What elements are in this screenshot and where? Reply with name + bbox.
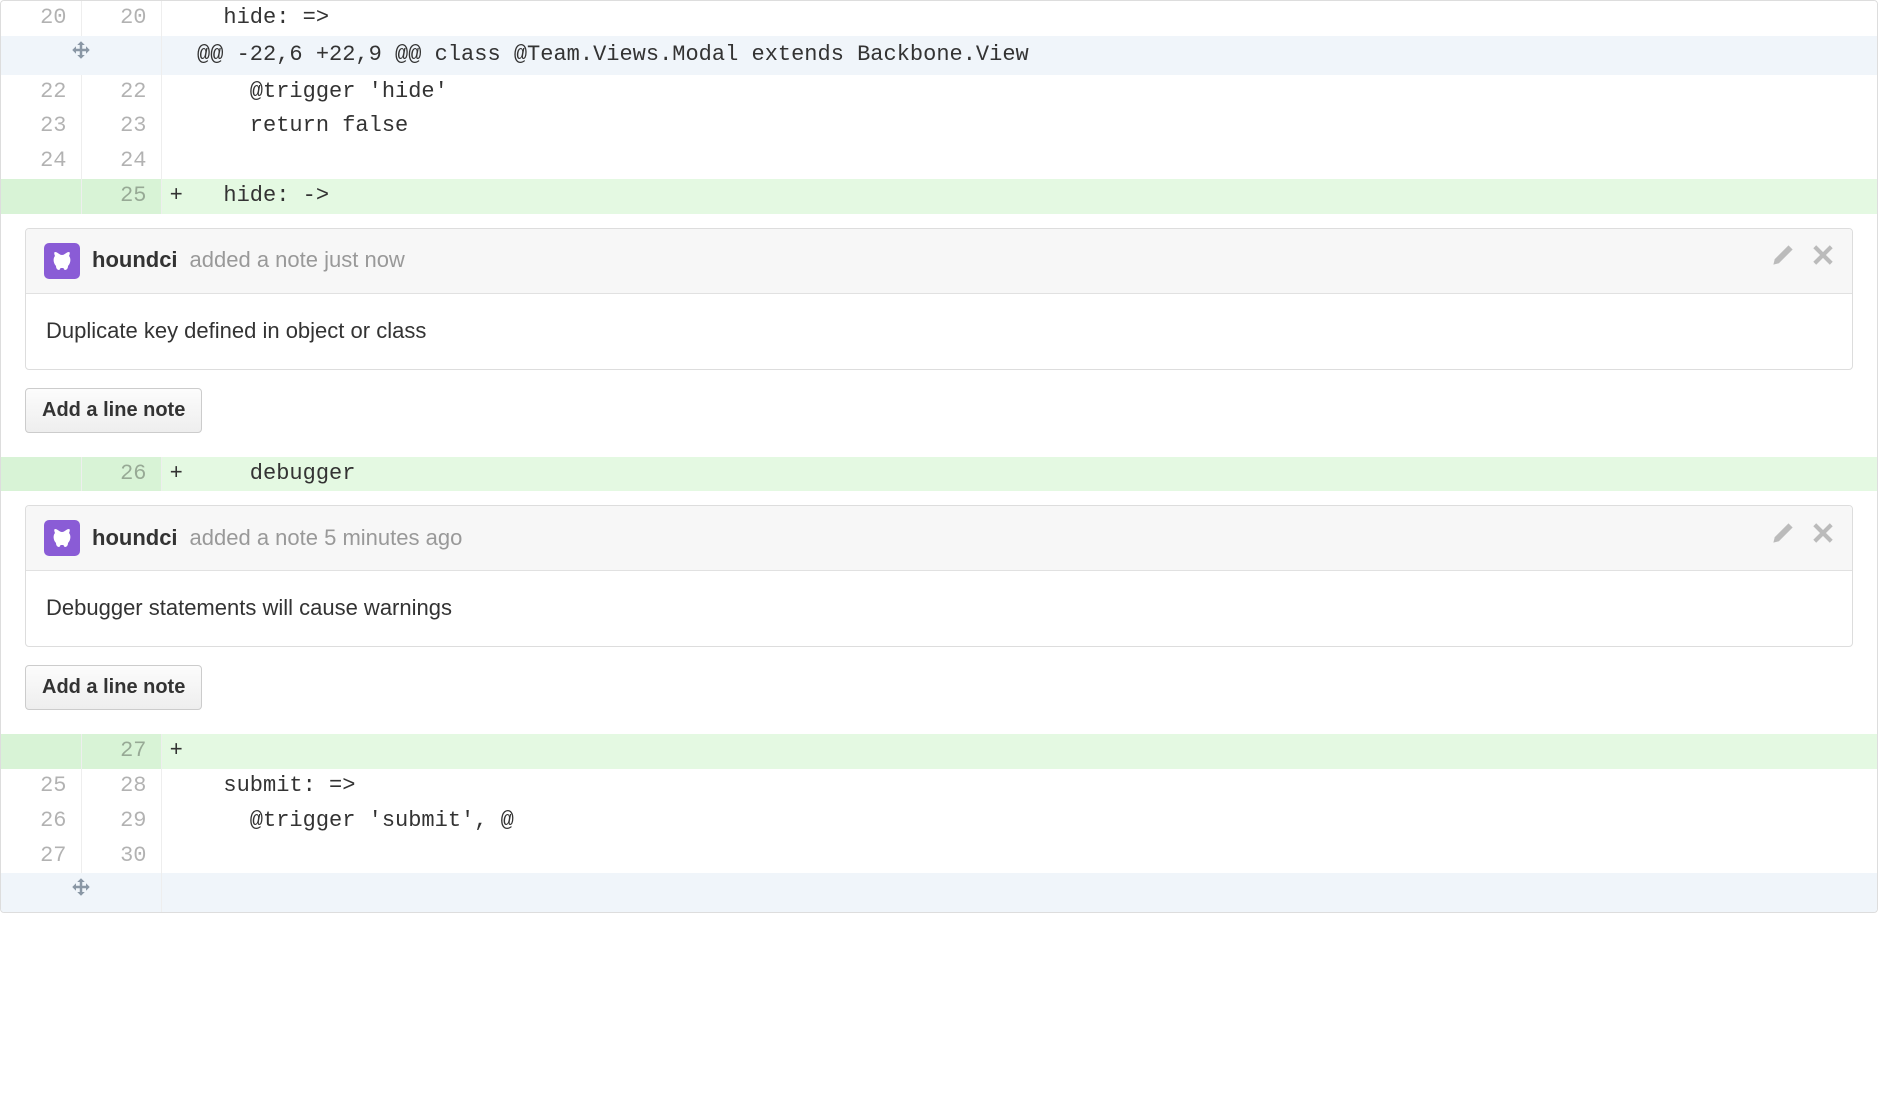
- diff-line: 27 30: [1, 839, 1877, 874]
- comment-block: houndci added a note just now Duplicate …: [1, 214, 1877, 457]
- line-code: submit: =>: [191, 769, 1877, 804]
- expand-row[interactable]: [1, 873, 1877, 912]
- comment-box: houndci added a note 5 minutes ago Debug…: [25, 505, 1853, 647]
- line-sign: +: [161, 179, 191, 214]
- line-sign: +: [161, 457, 191, 492]
- comment-meta: added a note 5 minutes ago: [190, 523, 463, 554]
- line-code: [191, 734, 1877, 769]
- line-number-old[interactable]: 24: [1, 144, 81, 179]
- line-code: hide: =>: [191, 1, 1877, 36]
- unfold-icon: [71, 42, 91, 67]
- diff-line-addition: 25 + hide: ->: [1, 179, 1877, 214]
- line-number-new[interactable]: 29: [81, 804, 161, 839]
- line-sign: [161, 804, 191, 839]
- diff-line: 26 29 @trigger 'submit', @: [1, 804, 1877, 839]
- expand-row[interactable]: @@ -22,6 +22,9 @@ class @Team.Views.Moda…: [1, 36, 1877, 75]
- line-code: return false: [191, 109, 1877, 144]
- comment-author[interactable]: houndci: [92, 523, 178, 554]
- line-code: @trigger 'hide': [191, 75, 1877, 110]
- edit-icon[interactable]: [1772, 244, 1794, 277]
- diff-line: 24 24: [1, 144, 1877, 179]
- line-number-old[interactable]: 23: [1, 109, 81, 144]
- comment-block: houndci added a note 5 minutes ago Debug…: [1, 491, 1877, 734]
- diff-line: 23 23 return false: [1, 109, 1877, 144]
- line-number-new[interactable]: 26: [81, 457, 161, 492]
- close-icon[interactable]: [1812, 244, 1834, 277]
- line-sign: [161, 36, 191, 75]
- line-sign: [161, 769, 191, 804]
- comment-header: houndci added a note 5 minutes ago: [26, 506, 1852, 571]
- line-number-old[interactable]: 25: [1, 769, 81, 804]
- comment-author[interactable]: houndci: [92, 245, 178, 276]
- line-code: @trigger 'submit', @: [191, 804, 1877, 839]
- line-code: [191, 144, 1877, 179]
- hunk-header: @@ -22,6 +22,9 @@ class @Team.Views.Moda…: [191, 36, 1877, 75]
- line-code: [191, 839, 1877, 874]
- diff-line: 22 22 @trigger 'hide': [1, 75, 1877, 110]
- hound-icon: [50, 526, 74, 550]
- line-sign: [161, 109, 191, 144]
- line-number-new[interactable]: 24: [81, 144, 161, 179]
- line-number-old[interactable]: 20: [1, 1, 81, 36]
- close-icon[interactable]: [1812, 522, 1834, 555]
- line-number-old[interactable]: [1, 457, 81, 492]
- line-sign: [161, 839, 191, 874]
- line-number-old[interactable]: 26: [1, 804, 81, 839]
- expand-cell[interactable]: [1, 36, 161, 75]
- expand-cell[interactable]: [1, 873, 161, 912]
- add-line-note-button[interactable]: Add a line note: [25, 665, 202, 710]
- comment-body: Duplicate key defined in object or class: [26, 294, 1852, 369]
- diff-line: 20 20 hide: =>: [1, 1, 1877, 36]
- line-number-old[interactable]: 22: [1, 75, 81, 110]
- line-number-old[interactable]: [1, 179, 81, 214]
- comment-actions: [1772, 522, 1834, 555]
- line-number-new[interactable]: 28: [81, 769, 161, 804]
- line-number-new[interactable]: 20: [81, 1, 161, 36]
- diff-line-addition: 27 +: [1, 734, 1877, 769]
- line-sign: [161, 1, 191, 36]
- line-number-new[interactable]: 30: [81, 839, 161, 874]
- line-number-new[interactable]: 25: [81, 179, 161, 214]
- line-code: hide: ->: [191, 179, 1877, 214]
- comment-body: Debugger statements will cause warnings: [26, 571, 1852, 646]
- comment-box: houndci added a note just now Duplicate …: [25, 228, 1853, 370]
- add-line-note-button[interactable]: Add a line note: [25, 388, 202, 433]
- edit-icon[interactable]: [1772, 522, 1794, 555]
- line-number-new[interactable]: 23: [81, 109, 161, 144]
- avatar[interactable]: [44, 520, 80, 556]
- line-sign: [161, 75, 191, 110]
- line-sign: [161, 144, 191, 179]
- line-sign: [161, 873, 191, 912]
- line-number-old[interactable]: 27: [1, 839, 81, 874]
- comment-row: houndci added a note 5 minutes ago Debug…: [1, 491, 1877, 734]
- line-code: debugger: [191, 457, 1877, 492]
- unfold-icon: [71, 879, 91, 904]
- line-code: [191, 873, 1877, 912]
- line-sign: +: [161, 734, 191, 769]
- line-number-new[interactable]: 22: [81, 75, 161, 110]
- line-number-old[interactable]: [1, 734, 81, 769]
- diff-line: 25 28 submit: =>: [1, 769, 1877, 804]
- comment-meta: added a note just now: [190, 245, 405, 276]
- line-number-new[interactable]: 27: [81, 734, 161, 769]
- comment-actions: [1772, 244, 1834, 277]
- comment-row: houndci added a note just now Duplicate …: [1, 214, 1877, 457]
- hound-icon: [50, 249, 74, 273]
- avatar[interactable]: [44, 243, 80, 279]
- diff-table: 20 20 hide: => @@ -22,6 +22,9 @@ class @…: [1, 1, 1877, 912]
- diff-view: 20 20 hide: => @@ -22,6 +22,9 @@ class @…: [0, 0, 1878, 913]
- diff-line-addition: 26 + debugger: [1, 457, 1877, 492]
- comment-header: houndci added a note just now: [26, 229, 1852, 294]
